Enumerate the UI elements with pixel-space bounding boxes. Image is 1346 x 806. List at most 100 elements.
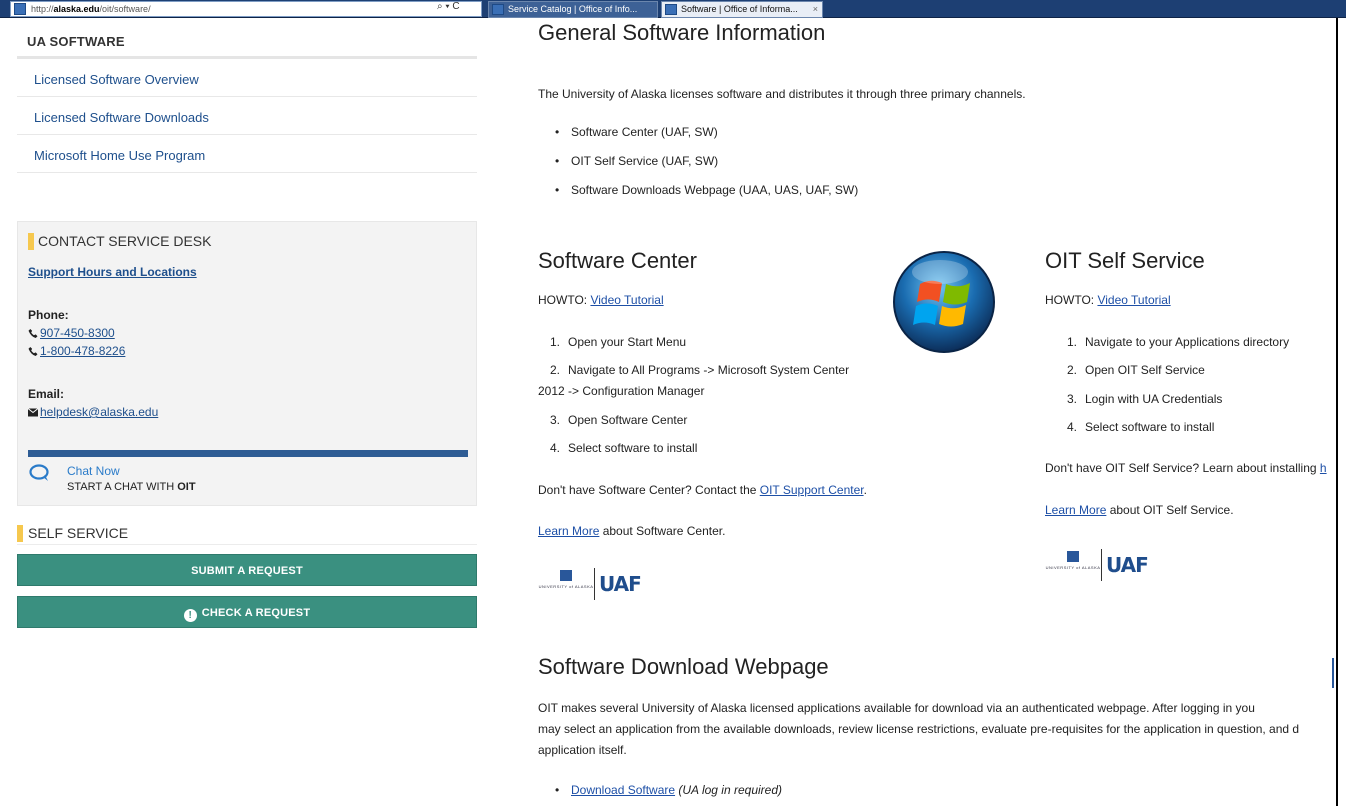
step-continuation: 2012 -> Configuration Manager bbox=[538, 384, 705, 398]
tab-favicon bbox=[665, 4, 677, 15]
oit-self-service-learn: Learn More about OIT Self Service. bbox=[1045, 503, 1234, 517]
phone-label: Phone: bbox=[28, 308, 69, 322]
ua-logo: UNIVERSITY of ALASKA bbox=[538, 568, 594, 604]
installing-link[interactable]: h bbox=[1320, 461, 1327, 475]
check-request-button[interactable]: ! CHECK A REQUEST bbox=[17, 596, 477, 628]
step-text: Open your Start Menu bbox=[568, 335, 687, 349]
chat-start-prefix: START A CHAT WITH bbox=[67, 481, 178, 493]
learn-suffix: about Software Center. bbox=[599, 524, 726, 538]
download-software-link[interactable]: Download Software bbox=[571, 783, 675, 797]
window-edge bbox=[1336, 18, 1346, 806]
phone-line-2: 1-800-478-8226 bbox=[28, 344, 125, 358]
phone-link-2[interactable]: 1-800-478-8226 bbox=[40, 344, 125, 358]
address-bar[interactable]: http://alaska.edu/oit/software/ bbox=[10, 1, 482, 17]
oit-support-center-link[interactable]: OIT Support Center bbox=[760, 483, 864, 497]
chat-now-link[interactable]: Chat Now bbox=[67, 464, 120, 478]
search-refresh-icon[interactable]: ⌕ ▾ C bbox=[437, 0, 460, 14]
submit-request-label: SUBMIT A REQUEST bbox=[191, 565, 303, 577]
software-center-title: Software Center bbox=[538, 248, 697, 273]
main-content: General Software Information The Univers… bbox=[538, 18, 1336, 806]
uaf-logo-text: UAF bbox=[1106, 553, 1149, 577]
video-tutorial-link[interactable]: Video Tutorial bbox=[590, 293, 663, 307]
self-service-title-wrap: SELF SERVICE bbox=[17, 523, 477, 543]
ua-emblem bbox=[1067, 551, 1079, 562]
address-path: /oit/software/ bbox=[99, 4, 151, 14]
support-hours-link[interactable]: Support Hours and Locations bbox=[28, 265, 197, 279]
windows-logo-icon bbox=[893, 251, 995, 353]
ua-uaf-logo: UNIVERSITY of ALASKA UAF bbox=[538, 568, 642, 604]
site-favicon bbox=[14, 3, 26, 15]
step-item: 2. Navigate to All Programs -> Microsoft … bbox=[538, 363, 849, 377]
check-request-label: CHECK A REQUEST bbox=[201, 607, 311, 619]
logo-divider bbox=[594, 568, 595, 600]
address-host: alaska.edu bbox=[53, 4, 100, 14]
step-item: 1. Open your Start Menu bbox=[538, 335, 686, 349]
learn-suffix: about OIT Self Service. bbox=[1106, 503, 1234, 517]
divider-rule bbox=[28, 450, 468, 457]
phone-link-1[interactable]: 907-450-8300 bbox=[40, 326, 115, 340]
software-center-howto: HOWTO: Video Tutorial bbox=[538, 293, 664, 307]
contact-title-wrap: CONTACT SERVICE DESK bbox=[18, 231, 476, 251]
accent-bar bbox=[28, 233, 34, 250]
learn-more-link[interactable]: Learn More bbox=[1045, 503, 1106, 517]
step-item: 4. Select software to install bbox=[1055, 420, 1214, 434]
dont-have-suffix: . bbox=[863, 483, 867, 497]
channel-item: OIT Self Service (UAF, SW) bbox=[555, 154, 718, 168]
sidebar-item-microsoft-home-use[interactable]: Microsoft Home Use Program bbox=[17, 135, 477, 173]
self-service-title: SELF SERVICE bbox=[28, 525, 129, 541]
dont-have-text: Don't have OIT Self Service? Learn about… bbox=[1045, 461, 1320, 475]
video-tutorial-link[interactable]: Video Tutorial bbox=[1097, 293, 1170, 307]
logo-divider bbox=[1101, 549, 1102, 581]
step-item: 4. Select software to install bbox=[538, 441, 697, 455]
oit-self-service-howto: HOWTO: Video Tutorial bbox=[1045, 293, 1171, 307]
address-scheme: http:// bbox=[31, 4, 54, 14]
step-item: 2. Open OIT Self Service bbox=[1055, 363, 1205, 377]
chat-start-text: START A CHAT WITH OIT bbox=[67, 481, 196, 493]
tab-label: Software | Office of Informa... bbox=[681, 4, 798, 14]
oit-self-service-install: Don't have OIT Self Service? Learn about… bbox=[1045, 461, 1327, 475]
submit-request-button[interactable]: SUBMIT A REQUEST bbox=[17, 554, 477, 586]
channel-item: Software Downloads Webpage (UAA, UAS, UA… bbox=[555, 183, 858, 197]
step-number: 3. bbox=[1066, 392, 1077, 406]
close-tab-icon[interactable]: × bbox=[813, 2, 818, 17]
sidebar-item-licensed-software-downloads[interactable]: Licensed Software Downloads bbox=[17, 97, 477, 135]
software-center-learn: Learn More about Software Center. bbox=[538, 524, 725, 538]
step-text: Select software to install bbox=[568, 441, 698, 455]
step-number: 4. bbox=[549, 441, 560, 455]
exclamation-icon: ! bbox=[183, 609, 197, 622]
step-number: 1. bbox=[549, 335, 560, 349]
browser-toolbar: http://alaska.edu/oit/software/ ⌕ ▾ C Se… bbox=[0, 0, 1346, 18]
chat-start-oit: OIT bbox=[177, 481, 196, 493]
email-link[interactable]: helpdesk@alaska.edu bbox=[40, 405, 158, 419]
general-title: General Software Information bbox=[538, 20, 826, 45]
download-title: Software Download Webpage bbox=[538, 654, 829, 679]
contact-title: CONTACT SERVICE DESK bbox=[38, 233, 212, 249]
ua-logo-text: UNIVERSITY of ALASKA bbox=[1045, 565, 1101, 570]
step-text: Login with UA Credentials bbox=[1085, 392, 1223, 406]
tab-favicon bbox=[492, 4, 504, 15]
step-text: Select software to install bbox=[1085, 420, 1215, 434]
software-center-contact: Don't have Software Center? Contact the … bbox=[538, 483, 867, 497]
phone-icon bbox=[28, 347, 38, 356]
download-item: Download Software (UA log in required) bbox=[555, 783, 782, 797]
phone-icon bbox=[28, 329, 38, 338]
email-line: helpdesk@alaska.edu bbox=[28, 405, 158, 419]
accent-bar bbox=[17, 525, 23, 542]
tab-service-catalog[interactable]: Service Catalog | Office of Info... bbox=[488, 1, 658, 18]
envelope-icon bbox=[28, 408, 38, 417]
email-label: Email: bbox=[28, 387, 65, 401]
step-number: 1. bbox=[1066, 335, 1077, 349]
step-text: Navigate to All Programs -> Microsoft Sy… bbox=[568, 363, 850, 377]
ua-emblem bbox=[560, 570, 572, 581]
learn-more-link[interactable]: Learn More bbox=[538, 524, 599, 538]
tab-software[interactable]: Software | Office of Informa... × bbox=[661, 1, 823, 18]
sidebar-item-licensed-software-overview[interactable]: Licensed Software Overview bbox=[17, 59, 477, 97]
chat-bubble-icon[interactable] bbox=[29, 464, 51, 482]
step-item: 3. Open Software Center bbox=[538, 413, 687, 427]
step-text: Open Software Center bbox=[568, 413, 688, 427]
sidebar: UA SOFTWARE Licensed Software Overview L… bbox=[17, 18, 477, 628]
uaf-logo-text: UAF bbox=[599, 572, 642, 596]
step-number: 4. bbox=[1066, 420, 1077, 434]
sidebar-heading: UA SOFTWARE bbox=[17, 18, 477, 59]
step-item: 1. Navigate to your Applications director… bbox=[1055, 335, 1289, 349]
